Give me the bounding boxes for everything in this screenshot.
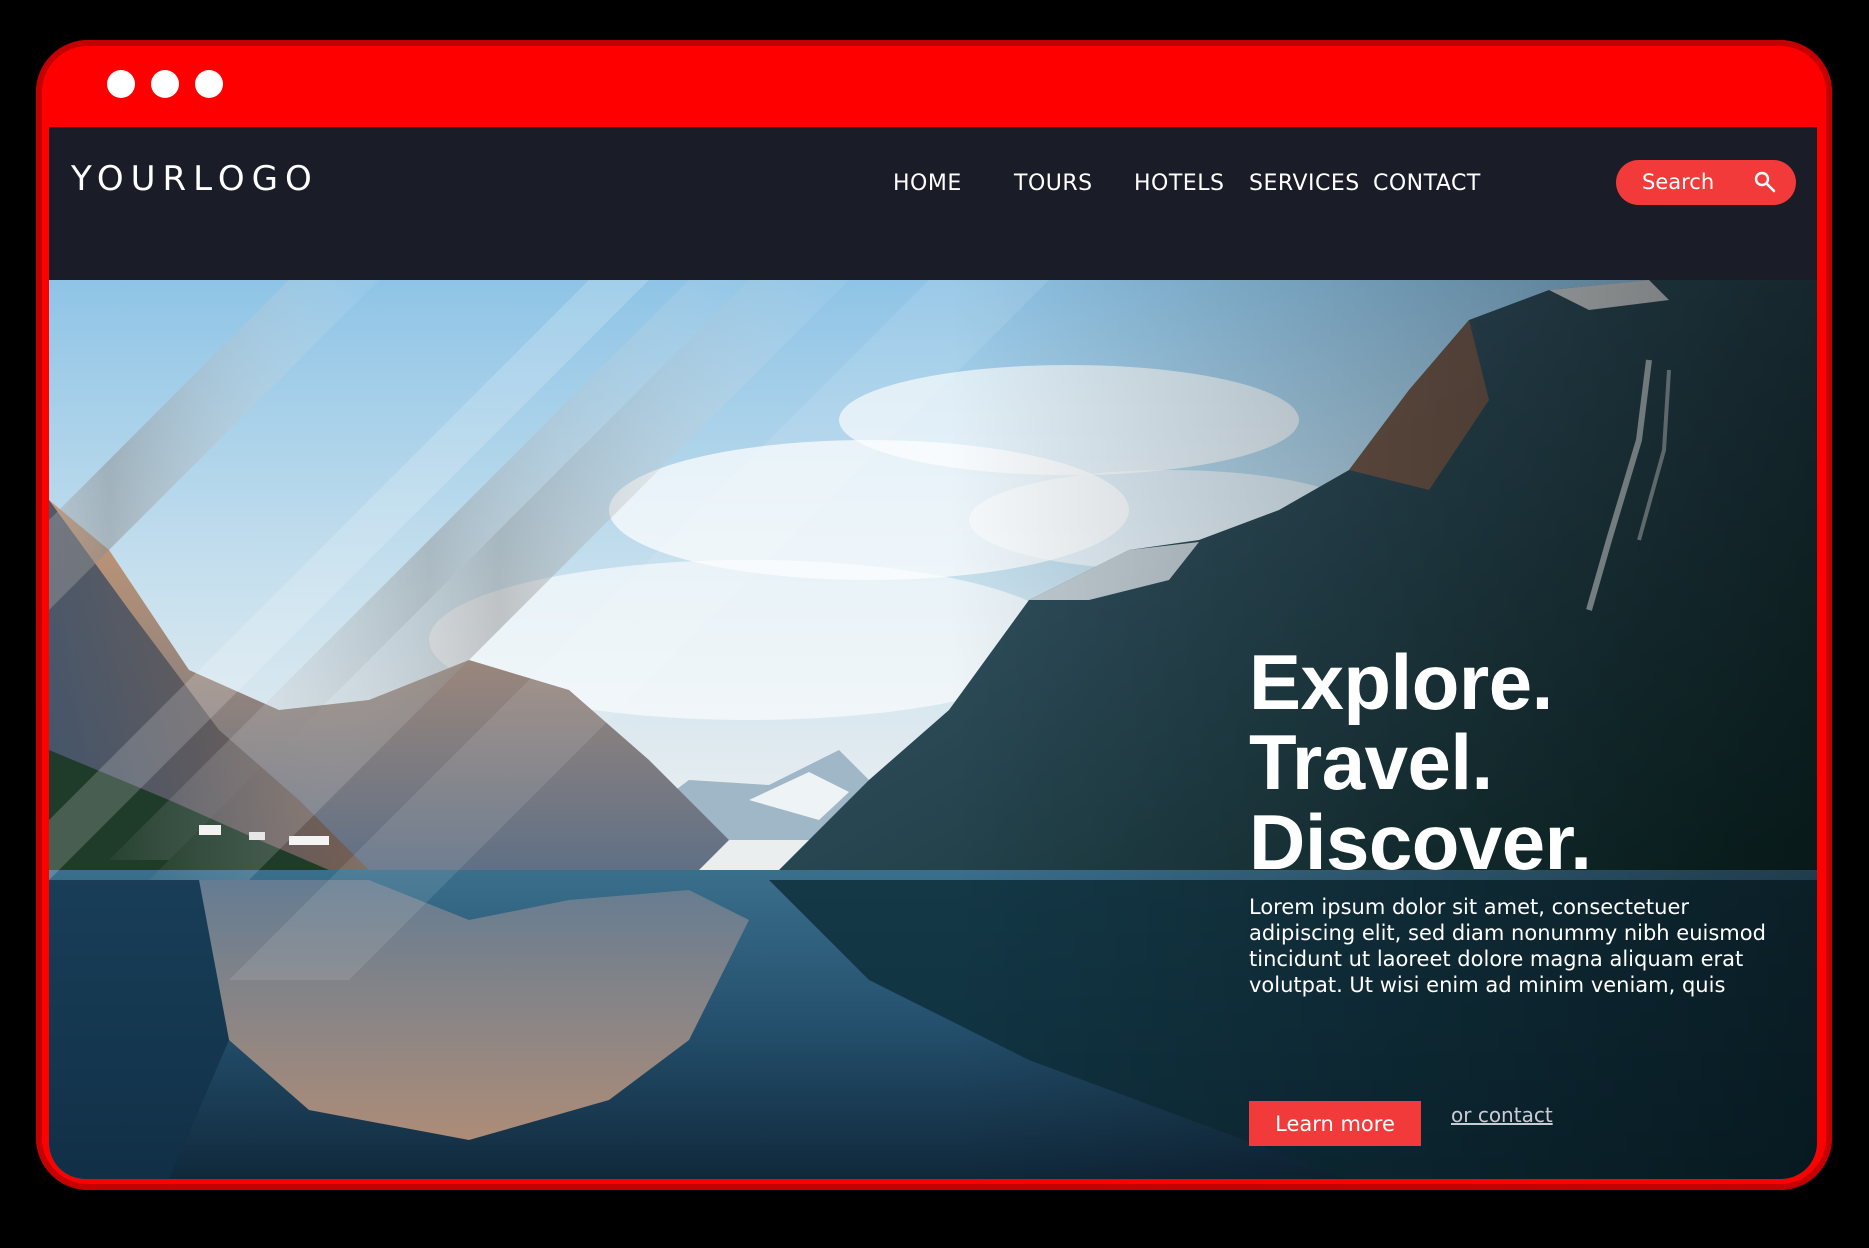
window-control-dot[interactable] [151, 70, 179, 98]
window-control-dot[interactable] [195, 70, 223, 98]
browser-window: YOURLOGO HOME TOURS HOTELS SERVICES CONT… [36, 40, 1832, 1190]
search-button[interactable]: Search [1616, 160, 1796, 205]
nav-item-hotels[interactable]: HOTELS [1134, 171, 1224, 196]
title-bar [36, 40, 1832, 126]
nav-item-contact[interactable]: CONTACT [1373, 171, 1481, 196]
site-logo[interactable]: YOURLOGO [71, 159, 319, 199]
top-navbar: YOURLOGO HOME TOURS HOTELS SERVICES CONT… [49, 127, 1817, 280]
contact-link[interactable]: or contact [1451, 1103, 1553, 1127]
headline-line: Travel. [1249, 718, 1493, 806]
headline-line: Discover. [1249, 798, 1592, 886]
hero-section: Explore. Travel. Discover. Lorem ipsum d… [49, 280, 1817, 1179]
hero-description: Lorem ipsum dolor sit amet, consectetuer… [1249, 895, 1766, 997]
headline-line: Explore. [1249, 638, 1553, 726]
nav-item-services[interactable]: SERVICES [1249, 171, 1360, 196]
search-icon [1754, 171, 1776, 193]
hero-headline: Explore. Travel. Discover. [1249, 638, 1592, 886]
nav-item-home[interactable]: HOME [893, 171, 962, 196]
search-label: Search [1642, 170, 1715, 194]
nav-item-tours[interactable]: TOURS [1014, 171, 1093, 196]
learn-more-button[interactable]: Learn more [1249, 1101, 1421, 1146]
window-control-dot[interactable] [107, 70, 135, 98]
page-viewport: YOURLOGO HOME TOURS HOTELS SERVICES CONT… [49, 127, 1817, 1179]
